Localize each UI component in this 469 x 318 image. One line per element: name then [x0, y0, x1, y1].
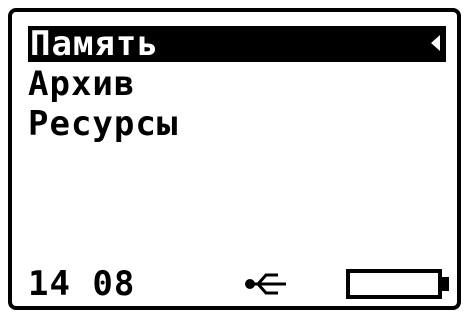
- menu-item-label: Архив: [28, 64, 136, 104]
- menu-item-archive[interactable]: Архив: [28, 66, 135, 102]
- selection-arrow-icon: [431, 35, 440, 51]
- status-bar: 14 08: [28, 264, 449, 304]
- device-screen: Память Архив Ресурсы 14 08: [0, 0, 469, 318]
- menu-item-label: Память: [30, 24, 159, 64]
- menu-item-label: Ресурсы: [28, 104, 179, 144]
- menu-item-memory[interactable]: Память: [28, 26, 446, 62]
- usb-icon: [245, 273, 286, 295]
- clock-time: 14 08: [28, 264, 136, 304]
- battery-icon: [346, 269, 449, 299]
- menu-item-resources[interactable]: Ресурсы: [28, 106, 178, 142]
